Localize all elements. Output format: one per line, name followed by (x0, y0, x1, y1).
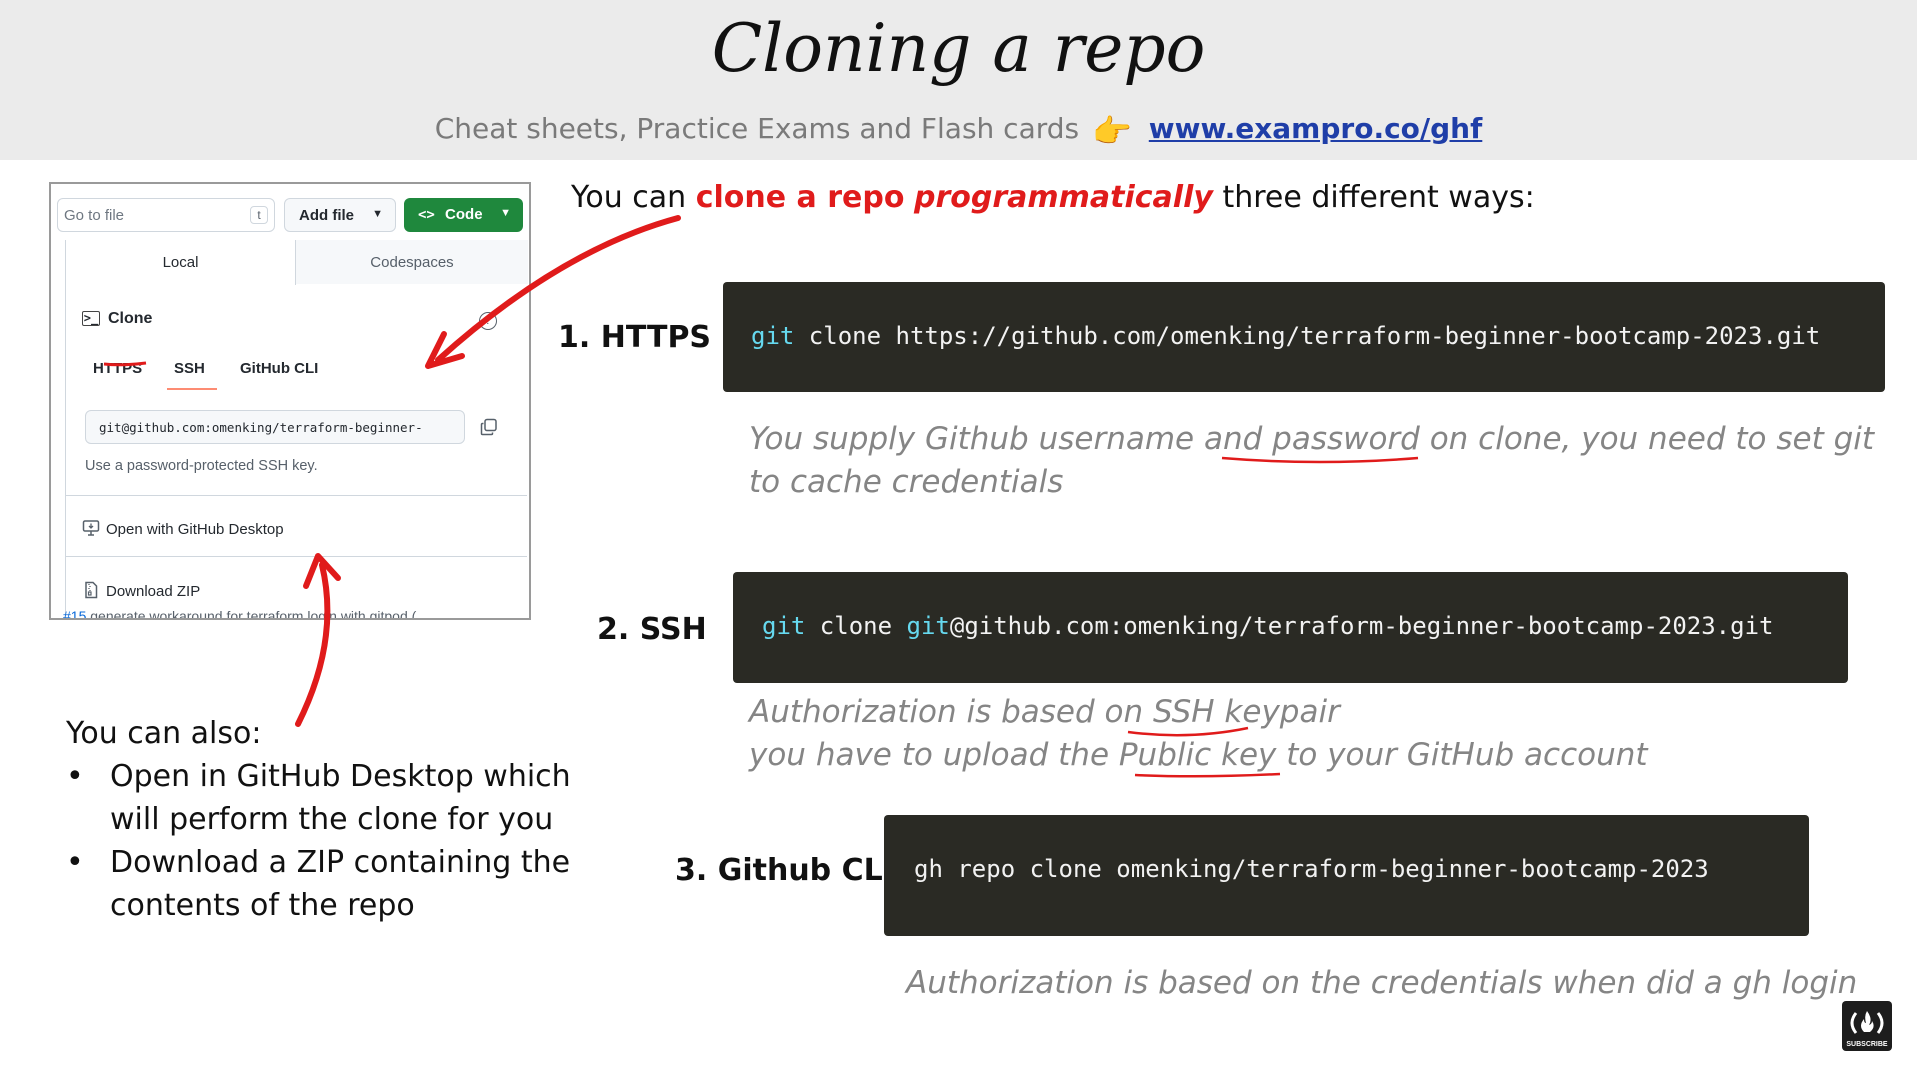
cli-note: Authorization is based on the credential… (906, 965, 1858, 1001)
freecodecamp-logo-icon: SUBSCRIBE (1846, 1011, 1888, 1048)
item2-line1: Download a ZIP containing the (110, 845, 571, 880)
method-label-https: 1. HTTPS (558, 320, 712, 355)
code-label: Code (445, 206, 483, 223)
intro-space (904, 180, 914, 215)
intro-sentence: You can clone a repo programmatically th… (571, 180, 1535, 215)
item1-line1: Open in GitHub Desktop which (110, 759, 571, 794)
download-zip-item[interactable]: Download ZIP (82, 581, 200, 600)
https-note-line2: to cache credentials (749, 464, 1064, 500)
file-zip-icon (85, 581, 98, 599)
help-icon[interactable]: ? (479, 312, 497, 330)
issue-number: #15 (63, 608, 87, 620)
code-icon: <> (418, 207, 435, 223)
code-button[interactable]: <> Code ▼ (404, 198, 523, 232)
open-desktop-label: Open with GitHub Desktop (106, 521, 284, 538)
red-underline (1221, 456, 1419, 464)
intro-highlight: clone a repo (695, 180, 905, 215)
tab-ssh[interactable]: SSH (174, 360, 205, 377)
ssh-note-line2: you have to upload the Public key to you… (749, 737, 1648, 773)
intro-suffix: three different ways: (1212, 180, 1535, 215)
go-to-file-placeholder: Go to file (64, 207, 125, 224)
go-to-file-input[interactable]: Go to file t (57, 198, 275, 232)
code-block-github-cli: gh repo clone omenking/terraform-beginne… (884, 815, 1809, 936)
list-item: • Open in GitHub Desktop which (66, 759, 571, 802)
tab-codespaces[interactable]: Codespaces (296, 240, 528, 284)
subscribe-badge[interactable]: SUBSCRIBE (1842, 1001, 1892, 1051)
bullet: • (66, 759, 84, 794)
red-underline (1134, 772, 1281, 778)
subtitle: Cheat sheets, Practice Exams and Flash c… (0, 112, 1917, 150)
divider (66, 495, 527, 496)
code-keyword: git (762, 612, 806, 640)
bullet: • (66, 845, 84, 880)
code-block-https: git clone https://github.com/omenking/te… (723, 282, 1885, 392)
code-command-rest: @github.com:omenking/terraform-beginner-… (949, 612, 1774, 640)
list-item: • Download a ZIP containing the (66, 845, 571, 888)
code-command: clone (805, 612, 907, 640)
add-file-label: Add file (299, 207, 354, 224)
ssh-note-line1: Authorization is based on SSH keypair (749, 694, 1340, 730)
clone-label: Clone (108, 310, 153, 327)
intro-prefix: You can (571, 180, 696, 215)
https-note-line1: You supply Github username and password … (749, 421, 1875, 457)
pointing-hand-icon: 👉 (1092, 112, 1132, 150)
method-label-ssh: 2. SSH (597, 612, 707, 647)
open-with-desktop-item[interactable]: Open with GitHub Desktop (82, 519, 284, 538)
subscribe-label: SUBSCRIBE (1846, 1041, 1888, 1048)
exampro-link[interactable]: www.exampro.co/ghf (1149, 112, 1483, 145)
method-label-github-cli: 3. Github CLI (675, 853, 894, 888)
selected-tab-indicator (167, 388, 217, 390)
also-list: You can also: • Open in GitHub Desktop wh… (66, 716, 571, 931)
issue-text: generate workaround for terraform login … (90, 608, 417, 620)
code-keyword-user: git (906, 612, 950, 640)
clone-dropdown: Local Codespaces >_ Clone ? HTTPS SSH Git… (65, 240, 528, 618)
download-zip-label: Download ZIP (106, 583, 201, 600)
tab-https[interactable]: HTTPS (93, 360, 142, 377)
code-block-ssh: git clone git@github.com:omenking/terraf… (733, 572, 1848, 683)
caret-down-icon: ▼ (500, 207, 511, 219)
desktop-icon (82, 520, 100, 536)
add-file-button[interactable]: Add file ▼ (284, 198, 396, 232)
also-heading: You can also: (66, 716, 262, 751)
dropdown-tabs: Local Codespaces (66, 240, 528, 285)
shortcut-key: t (250, 206, 268, 224)
code-keyword: git (751, 322, 795, 350)
intro-highlight-italic: programmatically (913, 180, 1213, 215)
tab-local[interactable]: Local (66, 240, 296, 285)
ssh-hint: Use a password-protected SSH key. (85, 458, 318, 474)
github-clone-panel: Go to file t Add file ▼ <> Code ▼ Local … (49, 182, 531, 620)
item1-line2: will perform the clone for you (110, 802, 554, 837)
divider (66, 556, 527, 557)
code-command: clone https://github.com/omenking/terraf… (794, 322, 1821, 350)
tab-github-cli[interactable]: GitHub CLI (240, 360, 318, 377)
caret-down-icon: ▼ (372, 208, 383, 220)
copy-icon[interactable] (480, 418, 498, 436)
clone-heading: >_ Clone (82, 310, 152, 328)
page-title: Cloning a repo (711, 10, 1206, 87)
item2-line2: contents of the repo (110, 888, 415, 923)
issue-link[interactable]: #15 generate workaround for terraform lo… (63, 608, 417, 620)
terminal-icon: >_ (82, 311, 100, 326)
subtitle-text: Cheat sheets, Practice Exams and Flash c… (434, 112, 1080, 145)
clone-url-field[interactable]: git@github.com:omenking/terraform-beginn… (85, 410, 465, 444)
